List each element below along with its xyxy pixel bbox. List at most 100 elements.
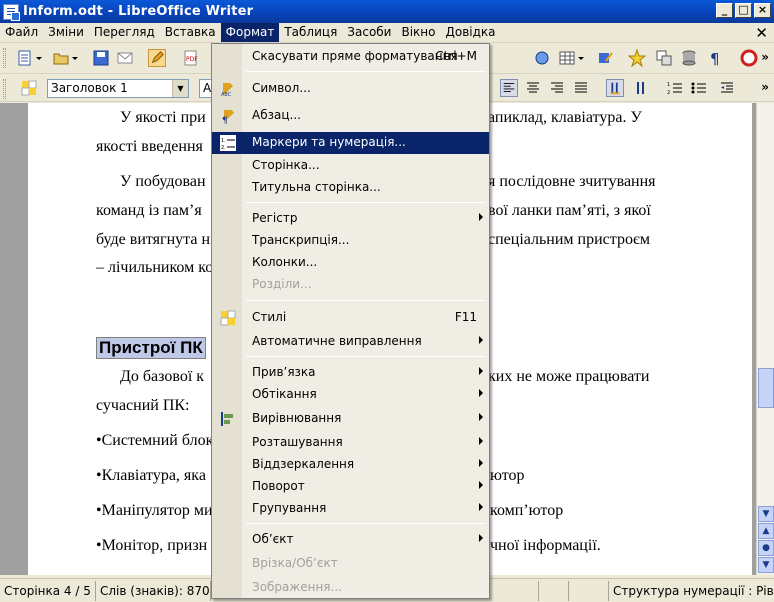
menu-item-character[interactable]: ABC Символ... <box>212 78 489 100</box>
paragraph-style-select[interactable]: Заголовок 1 ▼ <box>47 79 189 98</box>
chevron-down-icon[interactable]: ▼ <box>172 80 188 97</box>
align-center-icon[interactable] <box>524 79 542 97</box>
export-pdf-icon[interactable]: PDF <box>182 49 200 67</box>
text-direction-ltr-icon[interactable] <box>606 79 624 97</box>
help-lifebuoy-icon[interactable] <box>740 49 758 67</box>
toolbar-overflow-icon[interactable]: » <box>761 80 769 94</box>
open-dropdown-arrow-icon[interactable] <box>71 49 79 67</box>
menu-view[interactable]: Перегляд <box>89 23 160 42</box>
menu-item-autocorrect[interactable]: Автоматичне виправлення <box>212 331 489 353</box>
menu-insert[interactable]: Вставка <box>160 23 221 42</box>
menu-format[interactable]: Формат <box>220 23 280 42</box>
menu-item-case[interactable]: Регістр <box>212 208 489 230</box>
align-left-icon[interactable] <box>500 79 518 97</box>
menu-tools[interactable]: Засоби <box>342 23 396 42</box>
edit-mode-icon[interactable] <box>148 49 166 67</box>
data-sources-icon[interactable] <box>680 49 698 67</box>
maximize-button[interactable]: □ <box>735 3 752 18</box>
table-icon[interactable] <box>558 49 576 67</box>
gallery-icon[interactable] <box>655 49 673 67</box>
text-direction-rtl-icon[interactable] <box>632 79 650 97</box>
digital-signature-icon[interactable] <box>569 580 609 601</box>
page-indicator[interactable]: Сторінка 4 / 5 <box>0 580 96 601</box>
open-folder-icon[interactable] <box>52 49 70 67</box>
svg-text:ABC: ABC <box>221 92 232 97</box>
submenu-arrow-icon <box>479 481 483 489</box>
scroll-down-icon[interactable]: ▼ <box>758 506 774 522</box>
align-right-icon[interactable] <box>548 79 566 97</box>
svg-text:1.: 1. <box>221 138 226 144</box>
menu-item-image: Зображення... <box>212 577 489 599</box>
menu-item-title-page[interactable]: Титульна сторінка... <box>212 177 489 199</box>
menu-table[interactable]: Таблиця <box>279 23 342 42</box>
menu-item-label: Групування <box>252 501 327 515</box>
menu-item-styles[interactable]: Стилі F11 <box>212 307 489 329</box>
menu-item-wrap[interactable]: Обтікання <box>212 384 489 406</box>
menu-item-rotate[interactable]: Поворот <box>212 476 489 498</box>
email-icon[interactable] <box>116 49 134 67</box>
selection-mode-icon[interactable] <box>513 580 539 601</box>
navigator-icon[interactable] <box>533 49 551 67</box>
menu-item-anchor[interactable]: Прив’язка <box>212 362 489 384</box>
svg-text:¶: ¶ <box>222 116 228 124</box>
draw-functions-icon[interactable] <box>597 49 615 67</box>
minimize-button[interactable]: _ <box>716 3 733 18</box>
decrease-indent-icon[interactable] <box>718 79 736 97</box>
doc-text: •Маніпулятор ми <box>96 502 213 519</box>
menu-item-label: Сторінка... <box>252 158 320 172</box>
toolbar-overflow-icon[interactable]: » <box>761 50 769 64</box>
menu-help[interactable]: Довідка <box>441 23 501 42</box>
scrollbar-thumb[interactable] <box>758 368 774 408</box>
menu-item-paragraph[interactable]: ¶ Абзац... <box>212 105 489 127</box>
doc-text: команд із пам’я <box>96 202 202 219</box>
doc-text: У якості при <box>120 109 206 126</box>
menu-item-label: Абзац... <box>252 108 301 122</box>
menu-item-label: Розділи... <box>252 277 312 291</box>
menu-item-label: Автоматичне виправлення <box>252 334 422 348</box>
menu-item-frame-object: Врізка/Об’єкт <box>212 553 489 575</box>
table-dropdown-arrow-icon[interactable] <box>577 49 585 67</box>
menu-item-clear-direct-formatting[interactable]: Скасувати пряме форматування Ctrl+M <box>212 46 489 68</box>
menu-item-object[interactable]: Об’єкт <box>212 529 489 551</box>
character-icon: ABC <box>221 83 233 97</box>
menu-window[interactable]: Вікно <box>396 23 440 42</box>
menu-item-label: Транскрипція... <box>252 233 350 247</box>
close-button[interactable]: × <box>754 3 771 18</box>
menu-item-label: Розташування <box>252 435 343 449</box>
menu-item-bullets-numbering[interactable]: 1. 2. Маркери та нумерація... <box>212 132 489 154</box>
new-document-icon[interactable] <box>16 49 34 67</box>
new-dropdown-arrow-icon[interactable] <box>35 49 43 67</box>
menu-separator <box>246 523 486 524</box>
navigation-icon[interactable]: ● <box>758 540 774 556</box>
doc-text: До базової к <box>120 368 205 385</box>
menu-item-page[interactable]: Сторінка... <box>212 155 489 177</box>
outline-numbering-status: Структура нумерації : Рівен <box>613 583 774 598</box>
menu-item-ruby[interactable]: Транскрипція... <box>212 230 489 252</box>
menu-item-label: Колонки... <box>252 255 318 269</box>
document-close-icon[interactable]: ✕ <box>755 24 768 42</box>
doc-text: •Монітор, призн <box>96 537 208 554</box>
numbering-icon[interactable]: 12 <box>666 79 684 97</box>
menu-edit[interactable]: Зміни <box>43 23 89 42</box>
menu-item-columns[interactable]: Колонки... <box>212 252 489 274</box>
save-icon[interactable] <box>92 49 110 67</box>
menu-item-alignment[interactable]: Вирівнювання <box>212 408 489 430</box>
star-icon[interactable] <box>628 49 646 67</box>
doc-text: У побудован <box>120 173 206 190</box>
previous-page-icon[interactable]: ▲ <box>758 523 774 539</box>
menu-item-flip[interactable]: Віддзеркалення <box>212 454 489 476</box>
menu-file[interactable]: Файл <box>0 23 43 42</box>
bullets-icon[interactable] <box>690 79 708 97</box>
styles-icon[interactable] <box>20 79 38 97</box>
menu-item-group[interactable]: Групування <box>212 498 489 520</box>
menu-bar: Файл Зміни Перегляд Вставка Формат Табли… <box>0 23 774 43</box>
submenu-arrow-icon <box>479 213 483 221</box>
menu-item-arrange[interactable]: Розташування <box>212 432 489 454</box>
alignment-icon <box>221 412 233 426</box>
doc-text: я послідовне зчитування <box>488 173 656 190</box>
writer-app-icon <box>3 3 20 21</box>
next-page-icon[interactable]: ▼ <box>758 557 774 573</box>
vertical-scrollbar[interactable]: ▼ ▲ ● ▼ <box>756 103 774 575</box>
justify-icon[interactable] <box>572 79 590 97</box>
formatting-marks-icon[interactable]: ¶ <box>706 49 724 67</box>
